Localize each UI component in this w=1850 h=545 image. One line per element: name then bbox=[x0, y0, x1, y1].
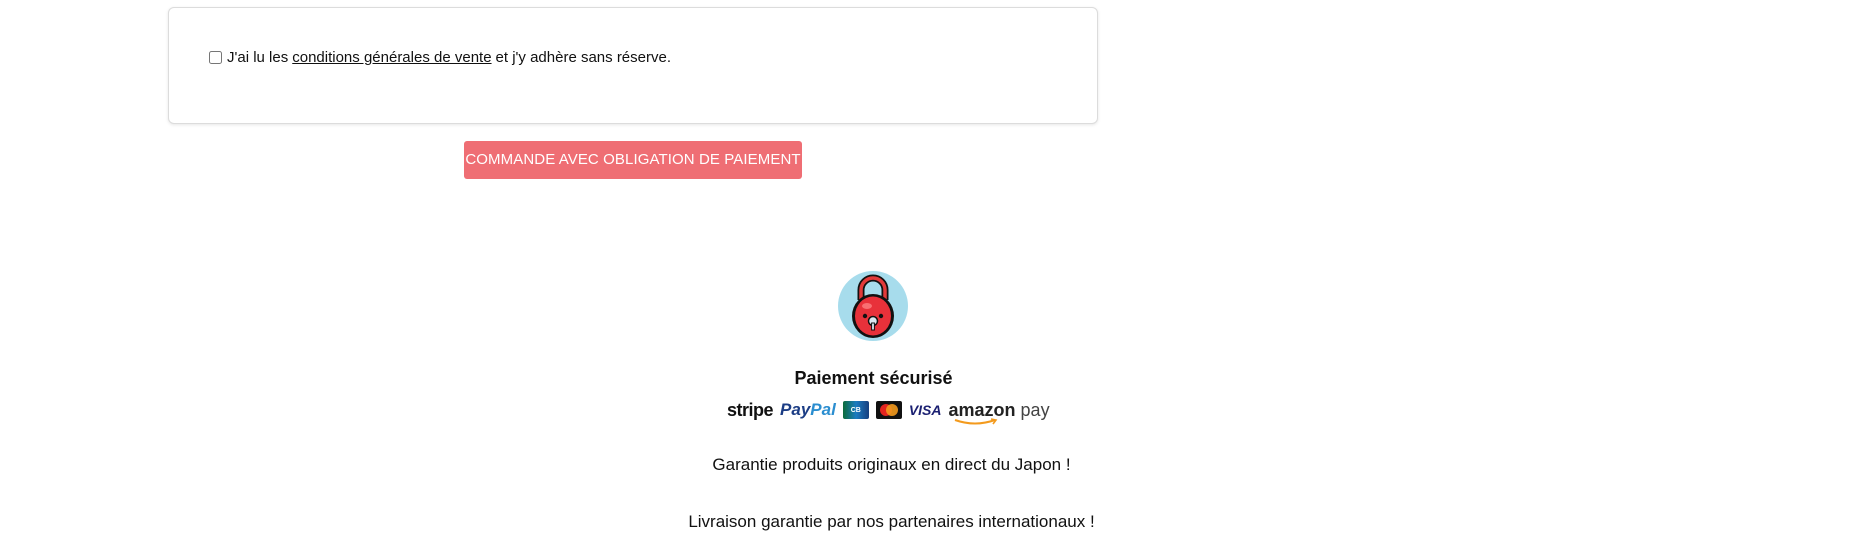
guarantee-original-products: Garantie produits originaux en direct du… bbox=[712, 455, 1071, 474]
amazon-pay-logo-pay: pay bbox=[1020, 399, 1050, 420]
amazon-pay-logo-amazon: amazon bbox=[948, 399, 1016, 420]
red-padlock-mascot-icon bbox=[838, 271, 908, 341]
terms-conditions-link[interactable]: conditions générales de vente bbox=[292, 49, 491, 66]
paypal-logo-pal: Pal bbox=[810, 400, 836, 419]
terms-prefix-text: J'ai lu les bbox=[227, 49, 289, 66]
paypal-logo-pay: Pay bbox=[780, 400, 811, 419]
visa-logo: VISA bbox=[908, 402, 942, 418]
terms-card: J'ai lu les conditions générales de vent… bbox=[168, 7, 1098, 124]
guarantee-delivery: Livraison garantie par nos partenaires i… bbox=[688, 512, 1095, 531]
terms-checkbox[interactable] bbox=[209, 51, 222, 64]
payment-logos: stripe PayPal CB VISA amazon pay bbox=[727, 395, 1050, 425]
terms-suffix-text: et j'y adhère sans réserve. bbox=[495, 49, 671, 66]
stripe-logo: stripe bbox=[727, 399, 774, 420]
paypal-logo: PayPal bbox=[780, 400, 836, 420]
order-with-payment-button[interactable]: COMMANDE AVEC OBLIGATION DE PAIEMENT bbox=[464, 141, 802, 179]
terms-row: J'ai lu les conditions générales de vent… bbox=[209, 49, 671, 66]
amazon-smile-icon bbox=[954, 417, 997, 424]
mastercard-logo bbox=[875, 401, 902, 419]
secure-payment-title: Paiement sécurisé bbox=[794, 368, 953, 388]
cb-card-logo: CB bbox=[842, 401, 869, 419]
amazon-pay-logo: amazon pay bbox=[948, 399, 1050, 424]
